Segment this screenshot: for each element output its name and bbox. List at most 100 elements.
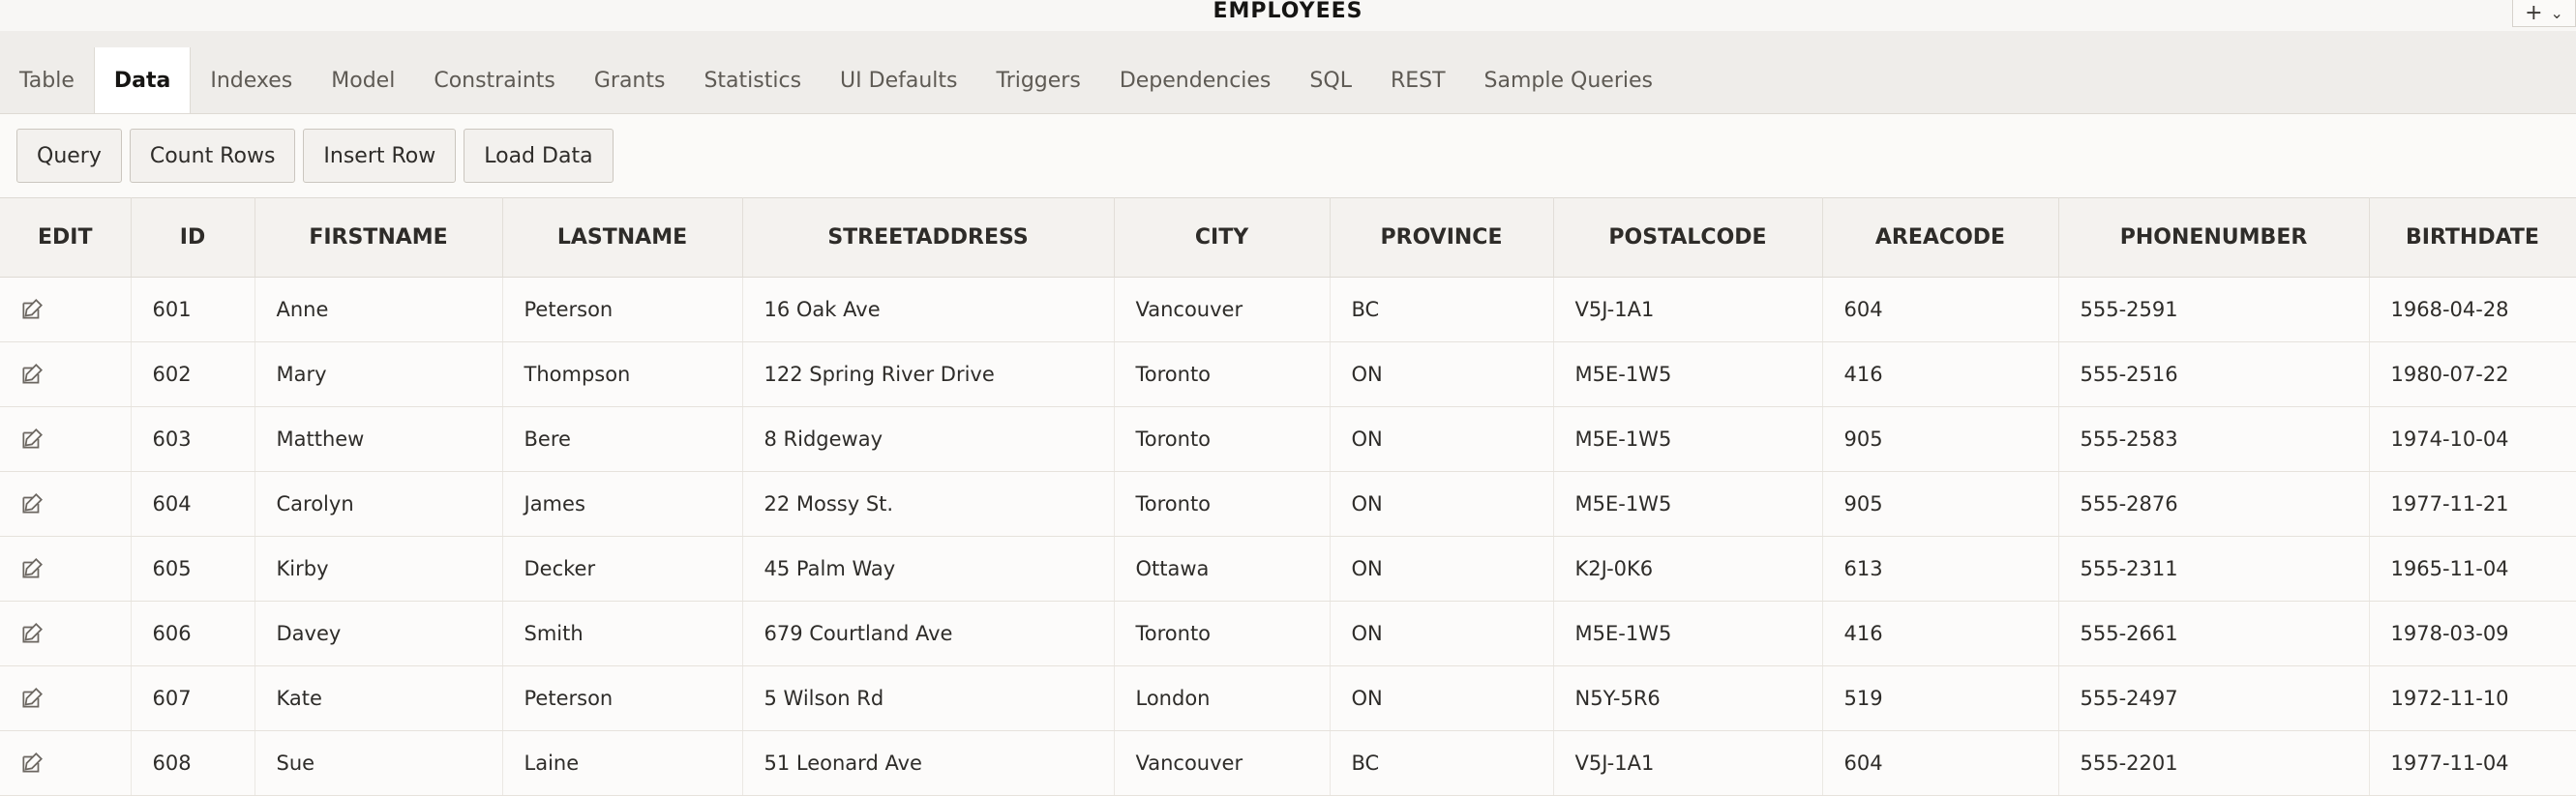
column-header-province[interactable]: PROVINCE (1330, 197, 1554, 278)
tab-sample-queries[interactable]: Sample Queries (1465, 47, 1672, 113)
column-header-firstname[interactable]: FIRSTNAME (255, 197, 503, 278)
column-header-areacode[interactable]: AREACODE (1822, 197, 2059, 278)
edit-cell[interactable] (0, 471, 132, 537)
edit-pencil-icon[interactable] (19, 556, 45, 579)
cell-postalcode: M5E-1W5 (1553, 601, 1823, 666)
cell-firstname: Kirby (255, 536, 503, 602)
plus-icon: + (2525, 1, 2543, 25)
column-header-edit[interactable]: EDIT (0, 197, 132, 278)
cell-city: Toronto (1114, 471, 1331, 537)
page-title: EMPLOYEES (1213, 0, 1363, 23)
cell-postalcode: M5E-1W5 (1553, 406, 1823, 472)
insert-row-button[interactable]: Insert Row (303, 129, 457, 183)
cell-areacode: 613 (1822, 536, 2059, 602)
column-header-birthdate[interactable]: BIRTHDATE (2369, 197, 2576, 278)
column-header-city[interactable]: CITY (1114, 197, 1331, 278)
cell-birthdate: 1965-11-04 (2369, 536, 2576, 602)
column-header-streetaddress[interactable]: STREETADDRESS (742, 197, 1115, 278)
column-header-postalcode[interactable]: POSTALCODE (1553, 197, 1823, 278)
table-row: 607 Kate Peterson 5 Wilson Rd London ON N5Y-5R… (0, 665, 2576, 731)
edit-cell[interactable] (0, 536, 132, 602)
cell-firstname: Davey (255, 601, 503, 666)
cell-firstname: Kate (255, 665, 503, 731)
tab-model[interactable]: Model (312, 47, 414, 113)
cell-phonenumber: 555-2311 (2058, 536, 2370, 602)
tab-ui-defaults[interactable]: UI Defaults (821, 47, 976, 113)
tab-constraints[interactable]: Constraints (414, 47, 575, 113)
cell-postalcode: M5E-1W5 (1553, 341, 1823, 407)
edit-cell[interactable] (0, 665, 132, 731)
load-data-button[interactable]: Load Data (464, 129, 614, 183)
cell-areacode: 604 (1822, 730, 2059, 796)
cell-province: ON (1330, 471, 1554, 537)
cell-areacode: 604 (1822, 277, 2059, 342)
cell-province: BC (1330, 730, 1554, 796)
title-bar: EMPLOYEES + ⌄ (0, 0, 2576, 31)
table-row: 605 Kirby Decker 45 Palm Way Ottawa ON K2J-0K6… (0, 536, 2576, 602)
tab-triggers[interactable]: Triggers (976, 47, 1099, 113)
cell-postalcode: K2J-0K6 (1553, 536, 1823, 602)
cell-id: 607 (131, 665, 255, 731)
cell-firstname: Sue (255, 730, 503, 796)
data-grid: EDIT ID FIRSTNAME LASTNAME STREETADDRESS CITY… (0, 197, 2576, 796)
table-row: 606 Davey Smith 679 Courtland Ave Toronto ON M… (0, 601, 2576, 666)
edit-cell[interactable] (0, 601, 132, 666)
tab-dependencies[interactable]: Dependencies (1100, 47, 1291, 113)
column-header-id[interactable]: ID (131, 197, 255, 278)
cell-phonenumber: 555-2591 (2058, 277, 2370, 342)
edit-cell[interactable] (0, 406, 132, 472)
edit-pencil-icon[interactable] (19, 491, 45, 515)
cell-id: 605 (131, 536, 255, 602)
table-row: 601 Anne Peterson 16 Oak Ave Vancouver BC V5J-… (0, 277, 2576, 342)
cell-city: Ottawa (1114, 536, 1331, 602)
tab-statistics[interactable]: Statistics (684, 47, 821, 113)
cell-phonenumber: 555-2661 (2058, 601, 2370, 666)
edit-pencil-icon[interactable] (19, 427, 45, 450)
data-toolbar: Query Count Rows Insert Row Load Data (0, 114, 2576, 197)
cell-firstname: Mary (255, 341, 503, 407)
cell-lastname: Bere (502, 406, 743, 472)
tab-grants[interactable]: Grants (575, 47, 685, 113)
edit-pencil-icon[interactable] (19, 751, 45, 774)
cell-id: 606 (131, 601, 255, 666)
cell-firstname: Carolyn (255, 471, 503, 537)
cell-phonenumber: 555-2583 (2058, 406, 2370, 472)
edit-pencil-icon[interactable] (19, 297, 45, 320)
cell-streetaddress: 45 Palm Way (742, 536, 1115, 602)
tab-indexes[interactable]: Indexes (191, 47, 312, 113)
cell-streetaddress: 16 Oak Ave (742, 277, 1115, 342)
edit-cell[interactable] (0, 277, 132, 342)
cell-streetaddress: 51 Leonard Ave (742, 730, 1115, 796)
cell-lastname: James (502, 471, 743, 537)
tab-data[interactable]: Data (93, 47, 192, 113)
edit-cell[interactable] (0, 730, 132, 796)
column-header-lastname[interactable]: LASTNAME (502, 197, 743, 278)
cell-id: 608 (131, 730, 255, 796)
table-row: 608 Sue Laine 51 Leonard Ave Vancouver BC V5J-… (0, 730, 2576, 796)
cell-id: 602 (131, 341, 255, 407)
column-header-phonenumber[interactable]: PHONENUMBER (2058, 197, 2370, 278)
cell-province: ON (1330, 601, 1554, 666)
tab-table[interactable]: Table (0, 47, 94, 113)
cell-province: BC (1330, 277, 1554, 342)
cell-birthdate: 1974-10-04 (2369, 406, 2576, 472)
edit-pencil-icon[interactable] (19, 362, 45, 385)
cell-birthdate: 1980-07-22 (2369, 341, 2576, 407)
tab-rest[interactable]: REST (1371, 47, 1465, 113)
count-rows-button[interactable]: Count Rows (129, 129, 296, 183)
edit-pencil-icon[interactable] (19, 686, 45, 709)
cell-streetaddress: 122 Spring River Drive (742, 341, 1115, 407)
cell-firstname: Matthew (255, 406, 503, 472)
add-menu-button[interactable]: + ⌄ (2512, 0, 2576, 27)
cell-birthdate: 1977-11-04 (2369, 730, 2576, 796)
cell-province: ON (1330, 665, 1554, 731)
edit-cell[interactable] (0, 341, 132, 407)
cell-postalcode: N5Y-5R6 (1553, 665, 1823, 731)
cell-lastname: Peterson (502, 665, 743, 731)
cell-postalcode: V5J-1A1 (1553, 277, 1823, 342)
tab-sql[interactable]: SQL (1290, 47, 1371, 113)
query-button[interactable]: Query (16, 129, 122, 183)
cell-city: London (1114, 665, 1331, 731)
edit-pencil-icon[interactable] (19, 621, 45, 644)
cell-birthdate: 1972-11-10 (2369, 665, 2576, 731)
